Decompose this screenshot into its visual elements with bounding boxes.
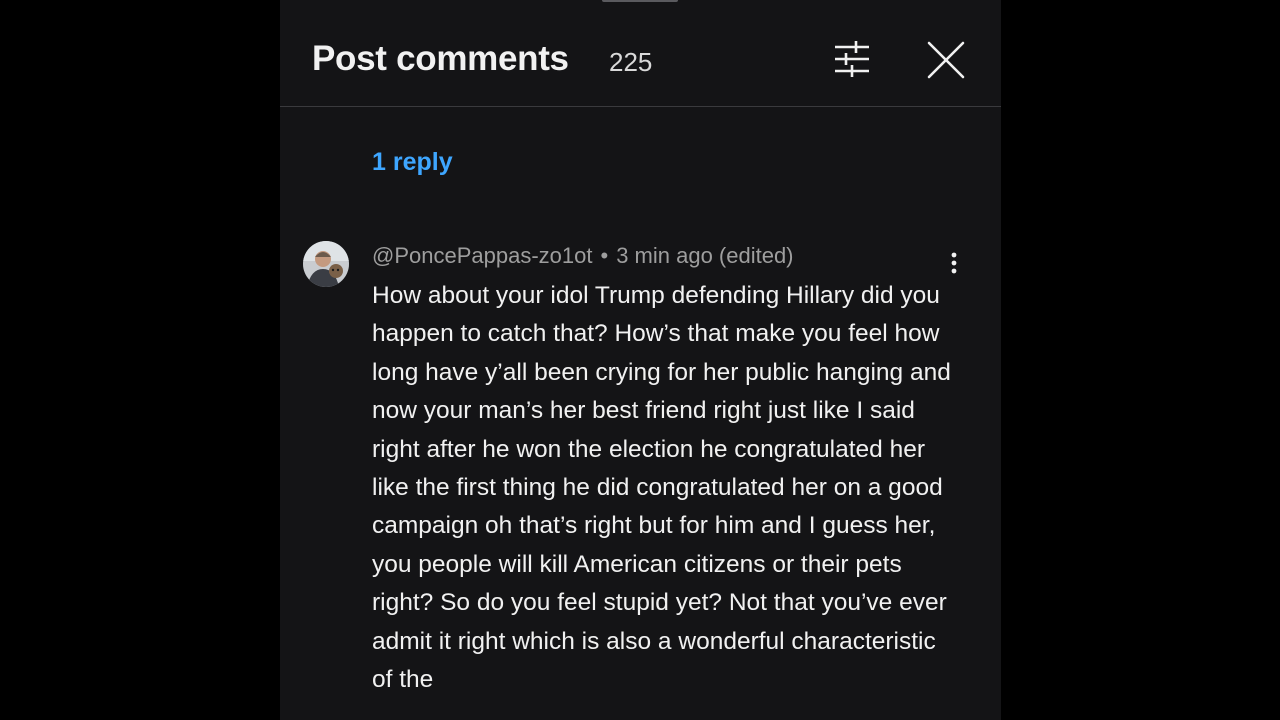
avatar[interactable] <box>303 241 349 287</box>
close-button[interactable] <box>926 40 966 80</box>
user-avatar-photo <box>303 241 349 287</box>
meta-separator: • <box>600 243 609 268</box>
sort-filter-button[interactable] <box>832 40 872 78</box>
comment-options-button[interactable] <box>944 250 964 278</box>
comment-count: 225 <box>609 47 653 77</box>
view-replies-link[interactable]: 1 reply <box>372 148 453 177</box>
comments-header: Post comments 225 <box>280 0 1001 107</box>
comment-time: 3 min ago (edited) <box>616 243 794 268</box>
comment-author[interactable]: @PoncePappas-zo1ot <box>372 243 592 268</box>
comment-meta: @PoncePappas-zo1ot • 3 min ago (edited) <box>372 243 794 269</box>
comments-panel: Post comments 225 1 reply @PoncePappas-z… <box>280 0 1001 720</box>
more-vertical-icon <box>951 252 957 274</box>
panel-title: Post comments <box>312 39 569 78</box>
comment-body: How about your idol Trump defending Hill… <box>372 282 951 694</box>
sliders-icon <box>835 41 869 77</box>
close-icon <box>927 41 965 79</box>
